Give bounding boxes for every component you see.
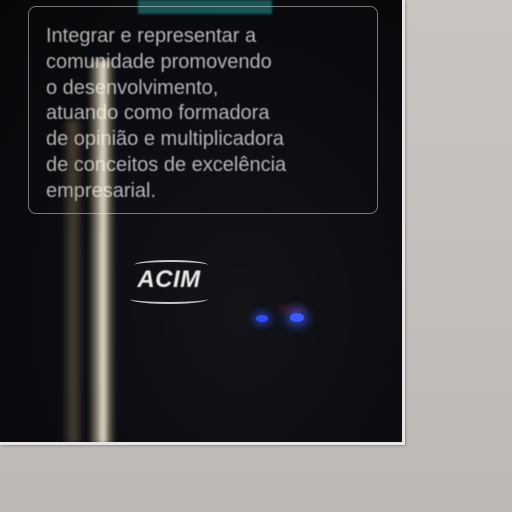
red-reflection [276,306,306,312]
blue-led-right [290,313,304,322]
reflection-glare-secondary [62,120,84,442]
logo-swoosh-bottom [130,294,208,304]
logo-text: ACIM [137,266,201,293]
reflection-glare [88,60,116,442]
poster: Integrar e representar a comunidade prom… [0,0,405,445]
blue-led-left [256,315,268,322]
acim-logo: ACIM [124,260,214,304]
